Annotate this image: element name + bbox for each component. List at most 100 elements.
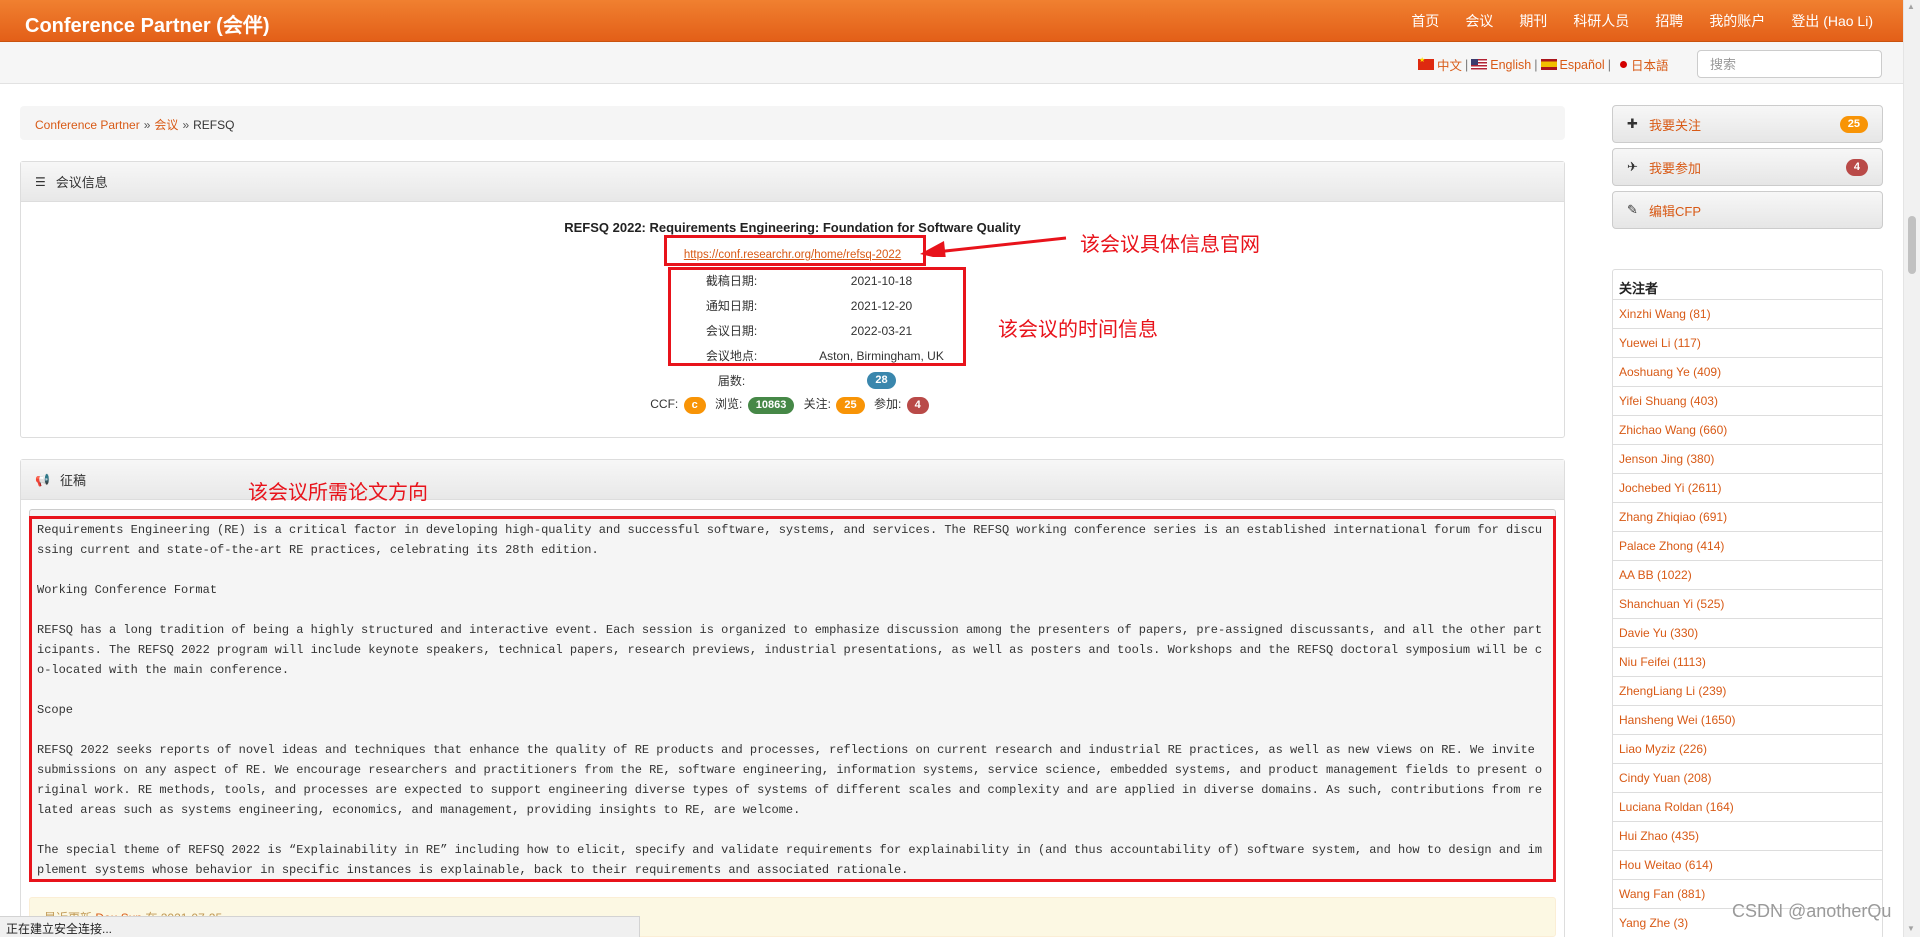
nav-logout[interactable]: 登出 (Hao Li) bbox=[1791, 11, 1873, 31]
edit-icon: ✎ bbox=[1627, 202, 1638, 217]
conference-stats: CCF: c 浏览: 10863 关注: 25 参加: 4 bbox=[21, 395, 1564, 414]
followers-list: Xinzhi Wang (81) Yuewei Li (117) Aoshuang … bbox=[1613, 300, 1882, 937]
list-icon: ☰ bbox=[35, 174, 46, 189]
followers-panel: 关注者 Xinzhi Wang (81) Yuewei Li (117) Aoshu… bbox=[1612, 269, 1883, 937]
nav-researchers[interactable]: 科研人员 bbox=[1573, 11, 1629, 31]
follower-link[interactable]: Niu Feifei (1113) bbox=[1619, 655, 1706, 669]
lang-es-link[interactable]: Español bbox=[1560, 58, 1605, 72]
follower-link[interactable]: AA BB (1022) bbox=[1619, 568, 1692, 582]
ccf-badge: c bbox=[683, 397, 706, 414]
follower-item: Xinzhi Wang (81) bbox=[1613, 300, 1882, 329]
follower-item: Hou Weitao (614) bbox=[1613, 851, 1882, 880]
lang-separator: | bbox=[1465, 57, 1469, 72]
follower-link[interactable]: Palace Zhong (414) bbox=[1619, 539, 1724, 553]
follower-item: Hui Zhao (435) bbox=[1613, 822, 1882, 851]
follower-link[interactable]: Shanchuan Yi (525) bbox=[1619, 597, 1724, 611]
breadcrumb: Conference Partner» 会议» REFSQ bbox=[20, 106, 1565, 140]
follower-link[interactable]: Luciana Roldan (164) bbox=[1619, 800, 1734, 814]
annotation-box-website bbox=[664, 235, 926, 266]
plus-icon: ✚ bbox=[1627, 116, 1638, 131]
breadcrumb-divider: » bbox=[143, 118, 151, 132]
attend-count-badge: 4 bbox=[1845, 158, 1868, 176]
follow-label: 关注: bbox=[803, 397, 832, 411]
follower-link[interactable]: Aoshuang Ye (409) bbox=[1619, 365, 1721, 379]
attend-button-label: 我要参加 bbox=[1649, 160, 1702, 176]
annotation-website-label: 该会议具体信息官网 bbox=[1080, 234, 1260, 256]
followers-title: 关注者 bbox=[1613, 270, 1882, 300]
follow-button-label: 我要关注 bbox=[1649, 117, 1702, 133]
lang-zh-link[interactable]: 中文 bbox=[1437, 55, 1462, 74]
views-label: 浏览: bbox=[715, 397, 743, 411]
nav-jobs[interactable]: 招聘 bbox=[1655, 11, 1683, 31]
nav-menu: 首页 会议 期刊 科研人员 招聘 我的账户 登出 (Hao Li) bbox=[1385, 0, 1873, 42]
follower-item: Niu Feifei (1113) bbox=[1613, 648, 1882, 677]
follower-item: ZhengLiang Li (239) bbox=[1613, 677, 1882, 706]
brand-logo[interactable]: Conference Partner (会伴) bbox=[25, 9, 270, 38]
follower-link[interactable]: Yuewei Li (117) bbox=[1619, 336, 1701, 350]
follow-button[interactable]: ✚ 我要关注 25 bbox=[1612, 105, 1883, 143]
nav-journals[interactable]: 期刊 bbox=[1519, 11, 1547, 31]
follower-link[interactable]: Wang Fan (881) bbox=[1619, 887, 1705, 901]
lang-ja-link[interactable]: 日本語 bbox=[1631, 55, 1669, 74]
cfp-title: 征稿 bbox=[59, 473, 86, 488]
follower-item: Cindy Yuan (208) bbox=[1613, 764, 1882, 793]
scroll-down-icon[interactable]: ▼ bbox=[1907, 924, 1915, 933]
edit-cfp-button[interactable]: ✎ 编辑CFP bbox=[1612, 191, 1883, 229]
search-input[interactable] bbox=[1697, 50, 1882, 78]
annotation-box-dates bbox=[668, 267, 966, 366]
follower-link[interactable]: ZhengLiang Li (239) bbox=[1619, 684, 1726, 698]
follower-item: Zhichao Wang (660) bbox=[1613, 416, 1882, 445]
follower-item: Hansheng Wei (1650) bbox=[1613, 706, 1882, 735]
nav-home[interactable]: 首页 bbox=[1411, 11, 1439, 31]
breadcrumb-current: REFSQ bbox=[193, 118, 235, 132]
ccf-label: CCF: bbox=[650, 397, 679, 411]
annotation-box-cfp bbox=[29, 516, 1556, 882]
follower-link[interactable]: Yang Zhe (3) bbox=[1619, 916, 1688, 930]
follower-item: Palace Zhong (414) bbox=[1613, 532, 1882, 561]
annotation-time-label: 该会议的时间信息 bbox=[998, 319, 1158, 341]
nav-conferences[interactable]: 会议 bbox=[1465, 11, 1493, 31]
follower-link[interactable]: Zhichao Wang (660) bbox=[1619, 423, 1727, 437]
follower-item: AA BB (1022) bbox=[1613, 561, 1882, 590]
follower-item: Yifei Shuang (403) bbox=[1613, 387, 1882, 416]
china-flag-icon bbox=[1418, 56, 1434, 70]
follower-item: Jenson Jing (380) bbox=[1613, 445, 1882, 474]
top-navbar: Conference Partner (会伴) 首页 会议 期刊 科研人员 招聘… bbox=[0, 0, 1903, 42]
follower-link[interactable]: Xinzhi Wang (81) bbox=[1619, 307, 1711, 321]
page-scrollbar[interactable]: ▲ ▼ bbox=[1903, 0, 1920, 937]
scrollbar-thumb[interactable] bbox=[1908, 216, 1916, 274]
browser-status-bar: 正在建立安全连接... bbox=[0, 916, 640, 937]
conference-title: REFSQ 2022: Requirements Engineering: Fo… bbox=[564, 220, 1021, 235]
bullhorn-icon: 📢 bbox=[35, 472, 50, 487]
breadcrumb-home[interactable]: Conference Partner bbox=[35, 118, 140, 132]
follower-link[interactable]: Cindy Yuan (208) bbox=[1619, 771, 1712, 785]
japan-flag-icon bbox=[1619, 61, 1627, 68]
edition-label: 届数: bbox=[717, 374, 746, 388]
lang-en-link[interactable]: English bbox=[1490, 58, 1531, 72]
attend-label: 参加: bbox=[873, 397, 902, 411]
follower-link[interactable]: Jenson Jing (380) bbox=[1619, 452, 1714, 466]
lang-separator: | bbox=[1534, 57, 1538, 72]
breadcrumb-conferences[interactable]: 会议 bbox=[154, 118, 178, 132]
follower-link[interactable]: Zhang Zhiqiao (691) bbox=[1619, 510, 1727, 524]
follower-item: Shanchuan Yi (525) bbox=[1613, 590, 1882, 619]
follower-link[interactable]: Jochebed Yi (2611) bbox=[1619, 481, 1722, 495]
nav-my-account[interactable]: 我的账户 bbox=[1709, 11, 1765, 31]
language-switcher: 中文 | English | Español | 日本語 bbox=[1418, 55, 1668, 74]
language-bar: 中文 | English | Español | 日本語 bbox=[0, 42, 1903, 84]
follower-link[interactable]: Hansheng Wei (1650) bbox=[1619, 713, 1736, 727]
annotation-direction-label: 该会议所需论文方向 bbox=[248, 482, 428, 504]
edition-row: 届数: 28 bbox=[669, 372, 969, 389]
follower-link[interactable]: Yifei Shuang (403) bbox=[1619, 394, 1718, 408]
scroll-up-icon[interactable]: ▲ bbox=[1907, 2, 1915, 11]
follower-link[interactable]: Liao Myziz (226) bbox=[1619, 742, 1707, 756]
annotation-arrow-icon bbox=[920, 236, 1067, 257]
conference-info-header: ☰ 会议信息 bbox=[21, 162, 1564, 202]
conference-info-title: 会议信息 bbox=[55, 175, 108, 190]
follower-link[interactable]: Hui Zhao (435) bbox=[1619, 829, 1699, 843]
follower-link[interactable]: Davie Yu (330) bbox=[1619, 626, 1698, 640]
follower-item: Aoshuang Ye (409) bbox=[1613, 358, 1882, 387]
follower-link[interactable]: Hou Weitao (614) bbox=[1619, 858, 1713, 872]
breadcrumb-divider: » bbox=[182, 118, 190, 132]
attend-button[interactable]: ✈ 我要参加 4 bbox=[1612, 148, 1883, 186]
